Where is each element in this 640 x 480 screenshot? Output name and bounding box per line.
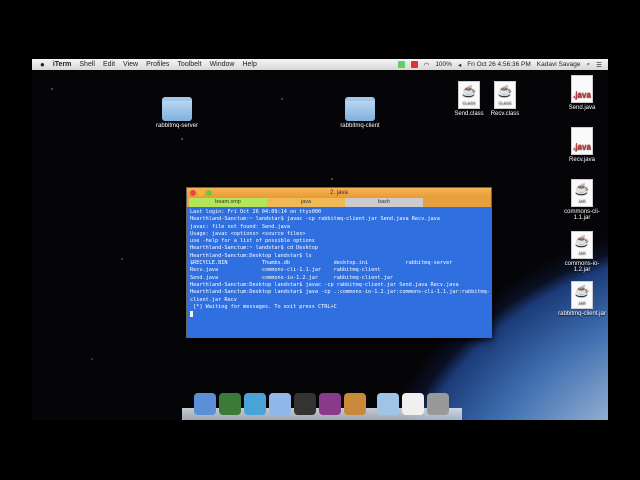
terminal-title-bar[interactable]: 2. java: [187, 188, 491, 198]
dock-applications-folder-icon[interactable]: [377, 393, 399, 415]
dock-app-grass-icon[interactable]: [219, 393, 241, 415]
terminal-line: [*] Waiting for messages. To exit press …: [190, 303, 337, 310]
tab-beam-smp[interactable]: beam.smp: [189, 198, 267, 207]
dock: [182, 386, 462, 420]
desktop: ● iTerm Shell Edit View Profiles Toolbel…: [32, 59, 608, 420]
tab-java[interactable]: java: [267, 198, 345, 207]
dock-terminal-icon[interactable]: [294, 393, 316, 415]
close-button[interactable]: [190, 190, 196, 196]
icon-label: rabbitmq-client: [340, 123, 380, 129]
terminal-cursor: [190, 311, 193, 318]
jar-file-icon: JAR: [571, 179, 593, 207]
icon-label: rabbitmq-client.jar: [558, 311, 606, 317]
terminal-output[interactable]: Last login: Fri Oct 26 04:09:14 on ttys0…: [187, 207, 491, 319]
icon-label: commons-io-1.2.jar: [564, 261, 600, 273]
menu-window[interactable]: Window: [210, 61, 235, 68]
icon-label: Recv.class: [490, 111, 520, 117]
terminal-line: Hearthland-Sanctum:Desktop landstar$ jav…: [190, 289, 490, 296]
icon-label: Recv.java: [569, 157, 595, 163]
folder-icon: [162, 97, 192, 121]
menu-view[interactable]: View: [123, 61, 138, 68]
terminal-window[interactable]: 2. java beam.smp java bash Last login: F…: [186, 187, 492, 338]
dock-safari-icon[interactable]: [269, 393, 291, 415]
dock-skitch-icon[interactable]: [244, 393, 266, 415]
dock-hd-app-icon[interactable]: [319, 393, 341, 415]
terminal-line: Hearthland-Sanctum:Desktop landstar$ jav…: [190, 281, 459, 288]
terminal-line: $RECYCLE.BIN Thumbs.db desktop.ini rabbi…: [190, 260, 453, 267]
file-recv-java[interactable]: .java Recv.java: [557, 127, 607, 163]
status-icon[interactable]: [397, 61, 405, 68]
menu-bar: ● iTerm Shell Edit View Profiles Toolbel…: [32, 59, 608, 70]
tab-bar: beam.smp java bash: [187, 198, 491, 207]
spotlight-icon[interactable]: ⌕: [587, 61, 591, 69]
menu-app[interactable]: iTerm: [53, 61, 72, 68]
terminal-line: Hearthland-Sanctum:Desktop landstar$ ls: [190, 252, 312, 259]
menu-toolbelt[interactable]: Toolbelt: [177, 61, 201, 68]
menu-help[interactable]: Help: [242, 61, 256, 68]
minimize-button[interactable]: [198, 190, 204, 196]
file-recv-class[interactable]: CLASS Recv.class: [480, 81, 530, 117]
zoom-button[interactable]: [206, 190, 212, 196]
jar-file-icon: JAR: [571, 281, 593, 309]
terminal-line: Send.java commons-io-1.2.jar rabbitmq-cl…: [190, 274, 394, 281]
menu-profiles[interactable]: Profiles: [146, 61, 169, 68]
gmail-icon[interactable]: [410, 61, 418, 68]
icon-label: Send.java: [568, 105, 596, 111]
folder-rabbitmq-server[interactable]: rabbitmq-server: [152, 97, 202, 129]
folder-rabbitmq-client[interactable]: rabbitmq-client: [335, 97, 385, 129]
terminal-line: Last login: Fri Oct 26 04:09:14 on ttys0…: [190, 209, 322, 215]
menu-edit[interactable]: Edit: [103, 61, 115, 68]
terminal-line: client.jar Recv: [190, 296, 237, 303]
class-file-icon: CLASS: [494, 81, 516, 109]
icon-label: rabbitmq-server: [155, 123, 198, 129]
folder-icon: [345, 97, 375, 121]
file-commons-io-jar[interactable]: JAR commons-io-1.2.jar: [557, 231, 607, 273]
clock[interactable]: Fri Oct 26 4:56:36 PM: [467, 61, 531, 68]
file-rabbitmq-client-jar[interactable]: JAR rabbitmq-client.jar: [557, 281, 607, 317]
dock-documents-icon[interactable]: [402, 393, 424, 415]
dock-finder-icon[interactable]: [194, 393, 216, 415]
jar-file-icon: JAR: [571, 231, 593, 259]
menu-shell[interactable]: Shell: [79, 61, 95, 68]
terminal-line: use -help for a list of possible options: [190, 238, 315, 245]
file-commons-cli-jar[interactable]: JAR commons-cli-1.1.jar: [557, 179, 607, 221]
java-file-icon: .java: [571, 75, 593, 103]
dock-trash-icon[interactable]: [427, 393, 449, 415]
terminal-line: Usage: javac <options> <source files>: [190, 230, 306, 237]
terminal-line: Hearthland-Sanctum:~ landstar$ cd Deskto…: [190, 245, 319, 252]
wifi-icon[interactable]: ◠: [424, 61, 430, 69]
battery-text[interactable]: 100%: [435, 61, 452, 68]
file-send-java[interactable]: .java Send.java: [557, 75, 607, 111]
terminal-line: Recv.java commons-cli-1.1.jar rabbitmq-c…: [190, 267, 381, 274]
java-file-icon: .java: [571, 127, 593, 155]
volume-icon[interactable]: ◂: [458, 61, 461, 69]
terminal-line: Hearthland-Sanctum:~ landstar$ javac -cp…: [190, 216, 440, 223]
dock-garageband-icon[interactable]: [344, 393, 366, 415]
terminal-line: javac: file not found: Send.java: [190, 223, 290, 230]
class-file-icon: CLASS: [458, 81, 480, 109]
notification-icon[interactable]: ☰: [596, 61, 602, 69]
apple-icon[interactable]: ●: [40, 60, 45, 69]
user-name[interactable]: Kadavi Savage: [537, 61, 581, 68]
icon-label: commons-cli-1.1.jar: [564, 209, 600, 221]
window-title: 2. java: [330, 190, 348, 196]
tab-bash[interactable]: bash: [345, 198, 423, 207]
